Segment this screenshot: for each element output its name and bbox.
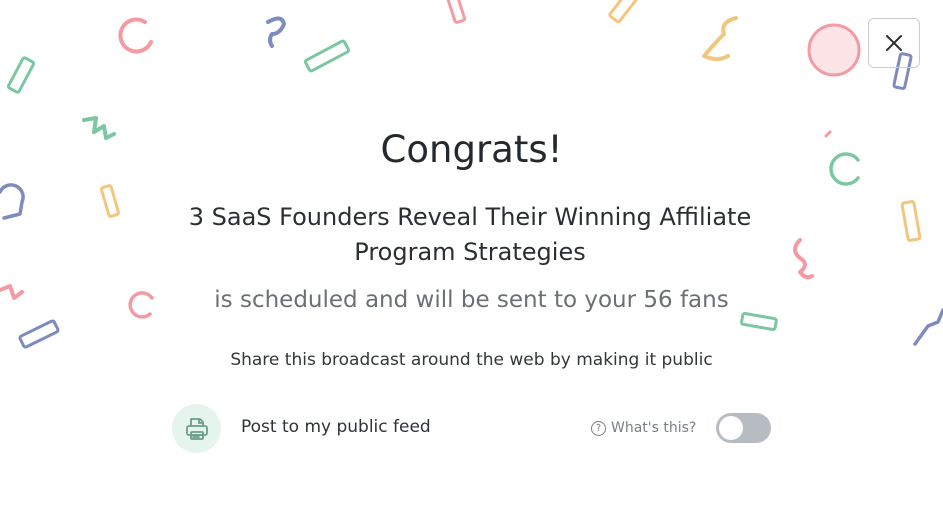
whats-this-link[interactable]: ? What's this? — [591, 416, 696, 440]
confetti-rect — [608, 0, 638, 24]
close-icon — [886, 35, 902, 51]
congrats-heading: Congrats! — [380, 128, 563, 171]
confetti-rect — [900, 200, 922, 242]
confetti-rect — [100, 184, 120, 218]
toggle-knob — [719, 416, 743, 440]
confetti-squiggle — [702, 16, 738, 61]
confetti-rect — [6, 56, 36, 94]
share-prompt: Share this broadcast around the web by m… — [230, 350, 713, 370]
confetti-circle — [118, 17, 153, 54]
confetti-rect — [445, 0, 467, 24]
confetti-circle — [0, 183, 25, 220]
feed-icon-badge — [172, 404, 221, 453]
whats-this-label: What's this? — [611, 420, 697, 436]
close-button[interactable] — [868, 18, 920, 68]
confetti-rect — [18, 319, 60, 349]
question-icon: ? — [591, 420, 606, 436]
printer-feed-icon — [185, 417, 208, 440]
broadcast-title: 3 SaaS Founders Reveal Their Winning Aff… — [188, 203, 752, 266]
confetti-squiggle — [266, 16, 286, 48]
public-feed-toggle[interactable] — [716, 413, 771, 443]
confetti-rect — [303, 39, 351, 73]
confetti-circle — [807, 23, 861, 77]
feed-option-label: Post to my public feed — [241, 417, 431, 437]
schedule-message: is scheduled and will be sent to your 56… — [214, 287, 729, 313]
